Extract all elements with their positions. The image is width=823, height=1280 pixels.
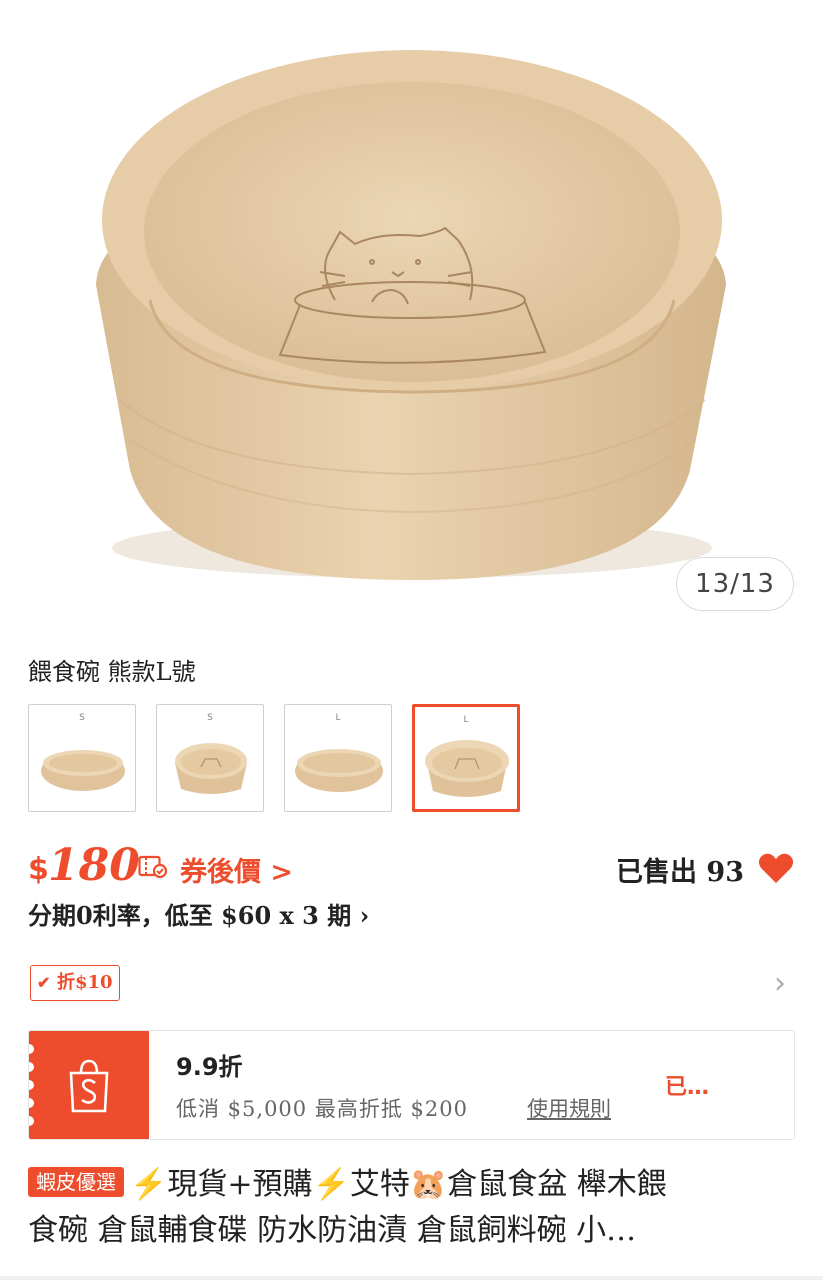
price-currency: $ [28, 852, 49, 887]
discount-tag-label: 折$10 [57, 972, 113, 993]
voucher-condition: 低消 $5,000 最高折抵 $200 [176, 1097, 468, 1121]
bowl-thumbnail-icon [175, 743, 247, 794]
variant-option-s-plain[interactable]: S [28, 704, 136, 812]
divider [0, 1276, 823, 1280]
product-title-line-1: 蝦皮優選 ⚡現貨+預購⚡艾特🐹倉鼠食盆 櫸木餵 [28, 1162, 798, 1208]
heart-icon[interactable] [758, 852, 794, 888]
bowl-thumbnail-icon [425, 740, 509, 797]
product-title-text-1: ⚡現貨+預購⚡艾特🐹倉鼠食盆 櫸木餵 [130, 1167, 667, 1202]
sold-count: 已售出 93 [616, 857, 744, 888]
coupon-icon [138, 854, 168, 884]
discount-tag[interactable]: ✔ 折$10 [30, 965, 120, 1001]
voucher-stub [29, 1031, 149, 1139]
price-amount: 180 [48, 840, 140, 891]
variant-option-l-plain[interactable]: L [284, 704, 392, 812]
image-counter: 13/13 [676, 557, 794, 611]
voucher-rules-link[interactable]: 使用規則 [527, 1093, 611, 1123]
after-coupon-price-link[interactable]: 券後價 > [180, 850, 293, 889]
product-title-line-2: 食碗 倉鼠輔食碟 防水防油漬 倉鼠飼料碗 小… [28, 1213, 637, 1248]
installment-info[interactable]: 分期0利率，低至 $60 x 3 期 › [28, 896, 369, 931]
bowl-thumbnail-icon [41, 750, 125, 791]
variant-option-l-bear[interactable]: L [412, 704, 520, 812]
chevron-right-icon[interactable]: › [774, 966, 786, 1001]
selected-variant-name: 餵食碗 熊款L號 [28, 658, 196, 686]
voucher-title: 9.9折 [176, 1053, 243, 1081]
product-image-gallery[interactable]: 13/13 [0, 0, 823, 640]
preferred-seller-badge: 蝦皮優選 [28, 1167, 124, 1197]
check-icon: ✔ [37, 973, 51, 992]
product-title: 蝦皮優選 ⚡現貨+預購⚡艾特🐹倉鼠食盆 櫸木餵 食碗 倉鼠輔食碟 防水防油漬 倉鼠… [28, 1162, 798, 1254]
voucher-card[interactable]: 9.9折 低消 $5,000 最高折抵 $200 使用規則 已… [28, 1030, 795, 1140]
bowl-thumbnail-icon [295, 749, 383, 792]
variant-option-s-bear[interactable]: S [156, 704, 264, 812]
price-row: $ 180 券後價 > 已售出 93 [28, 838, 794, 894]
voucher-claimed-status[interactable]: 已… [665, 1069, 709, 1101]
wooden-bowl-image [96, 50, 726, 580]
shopee-bag-icon [69, 1059, 109, 1113]
